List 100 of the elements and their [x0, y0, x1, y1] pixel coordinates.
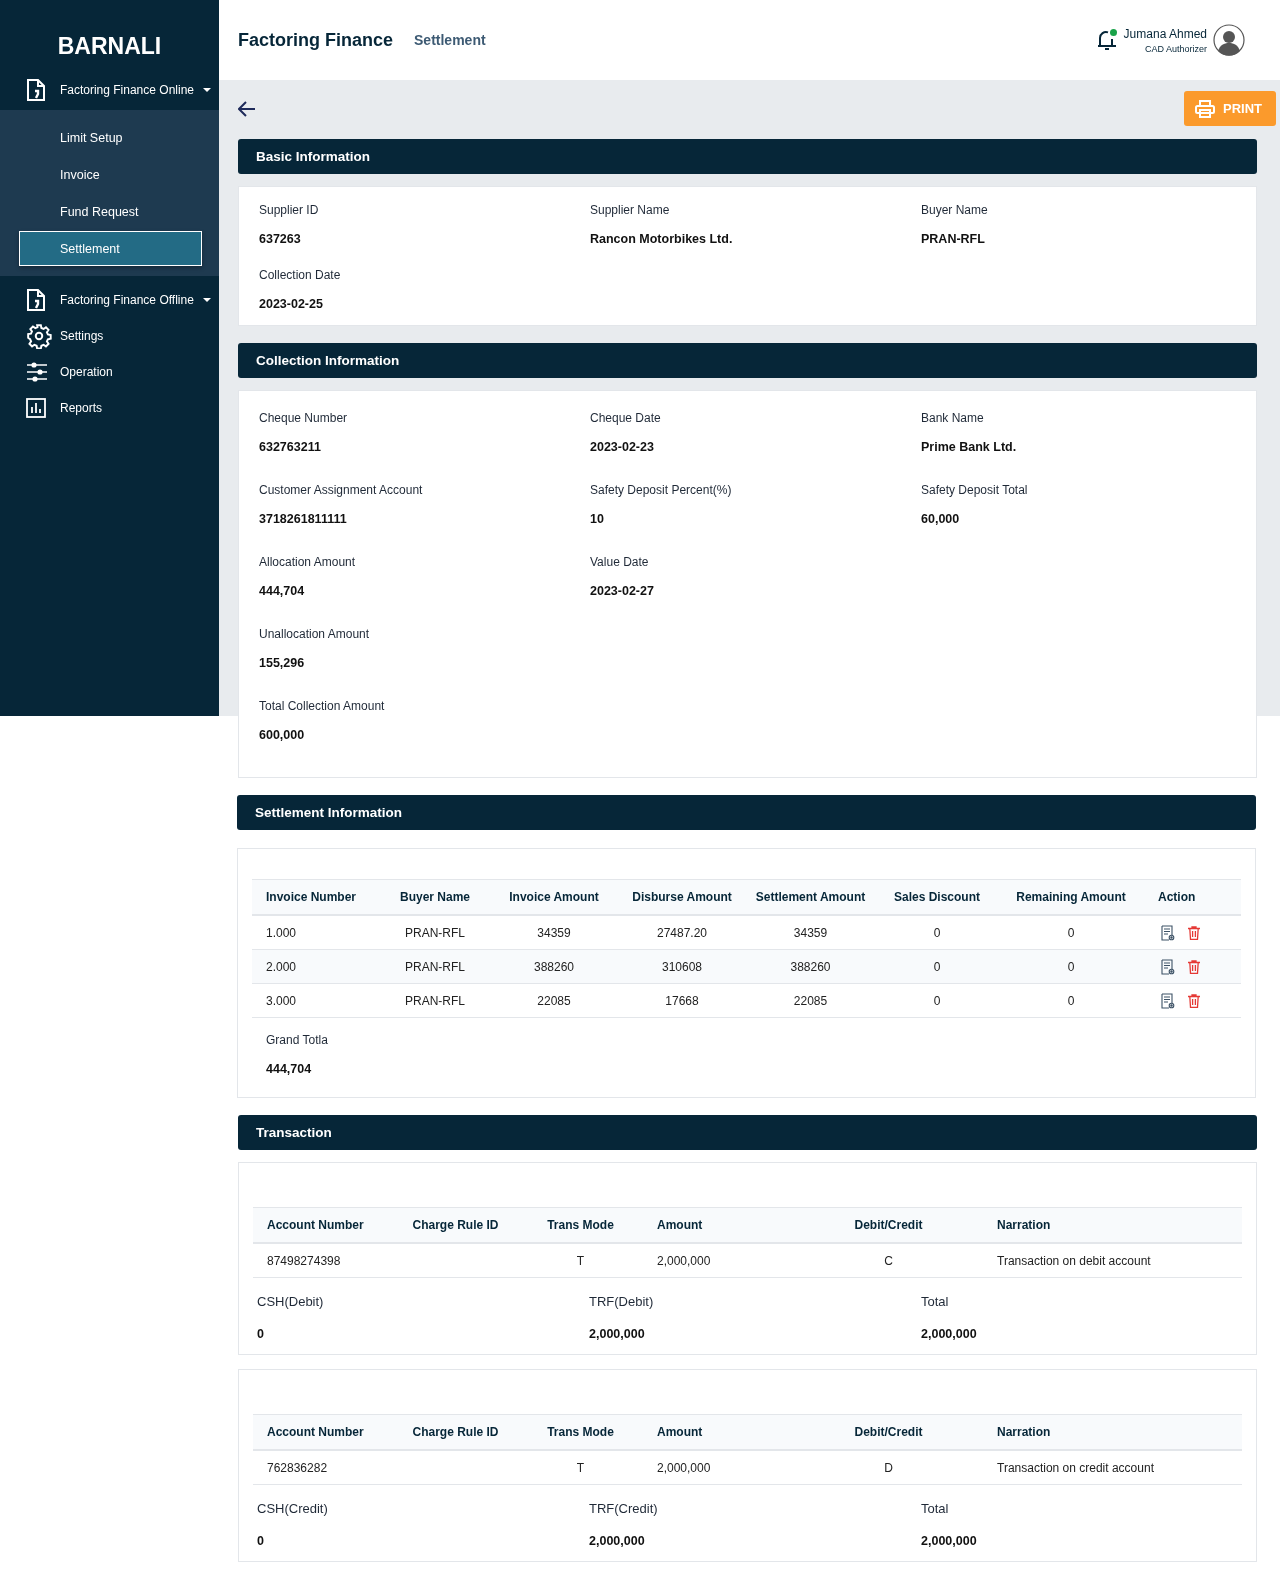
section-header: Settlement Information — [237, 795, 1256, 830]
table-cell: 762836282 — [253, 1450, 393, 1485]
field-label: Value Date — [590, 554, 650, 570]
column-header: Account Number — [253, 1207, 393, 1243]
submenu-item[interactable]: Fund Request — [19, 194, 202, 229]
submenu-item[interactable]: Settlement — [19, 231, 202, 266]
table-cell: T — [518, 1450, 643, 1485]
total-value: 0 — [257, 1533, 265, 1549]
view-document-icon[interactable] — [1161, 992, 1175, 1009]
field-label: Total Collection Amount — [259, 698, 386, 714]
total-label: TRF(Credit) — [589, 1501, 659, 1517]
view-document-icon[interactable] — [1161, 958, 1175, 975]
sidebar-item[interactable]: Factoring Finance Online — [0, 72, 219, 108]
table-cell: Transaction on credit account — [983, 1450, 1242, 1485]
table-cell: 1.000 — [252, 915, 381, 950]
total-label: Total — [921, 1501, 950, 1517]
table-cell: 310608 — [619, 949, 745, 984]
column-header: Amount — [643, 1414, 794, 1450]
bar-chart-icon — [26, 398, 46, 418]
table-cell: D — [794, 1450, 983, 1485]
field-label: Bank Name — [921, 410, 985, 426]
bell-icon[interactable] — [1095, 28, 1118, 52]
column-header: Remaining Amount — [998, 879, 1144, 915]
document-icon — [26, 78, 46, 102]
page-title: Factoring Finance — [238, 29, 394, 51]
column-header: Charge Rule ID — [393, 1207, 518, 1243]
table-cell: PRAN-RFL — [381, 983, 489, 1018]
table-cell: 0 — [876, 983, 998, 1018]
field-value: 155,296 — [259, 655, 306, 671]
column-header: Buyer Name — [381, 879, 489, 915]
sidebar-item[interactable]: Factoring Finance Offline — [0, 282, 219, 318]
column-header: Debit/Credit — [794, 1207, 983, 1243]
trash-icon[interactable] — [1188, 925, 1200, 940]
field-label: Customer Assignment Account — [259, 482, 424, 498]
avatar-icon[interactable] — [1213, 24, 1245, 56]
column-header: Invoice Amount — [489, 879, 619, 915]
field-value: Rancon Motorbikes Ltd. — [590, 231, 734, 247]
column-header: Narration — [983, 1414, 1242, 1450]
column-header: Amount — [643, 1207, 794, 1243]
page-subtitle: Settlement — [414, 32, 486, 48]
column-header: Charge Rule ID — [393, 1414, 518, 1450]
table-cell: 87498274398 — [253, 1243, 393, 1278]
field-value: 637263 — [259, 231, 302, 247]
sidebar-item[interactable]: Settings — [0, 318, 219, 354]
table-cell: 27487.20 — [619, 915, 745, 950]
table-cell: 0 — [998, 949, 1144, 984]
total-label: CSH(Credit) — [257, 1501, 329, 1517]
table-cell: T — [518, 1243, 643, 1278]
table-cell: 0 — [876, 949, 998, 984]
field-label: Safety Deposit Percent(%) — [590, 482, 733, 498]
view-document-icon[interactable] — [1161, 924, 1175, 941]
column-header: Debit/Credit — [794, 1414, 983, 1450]
column-header: Trans Mode — [518, 1207, 643, 1243]
field-value: 444,704 — [259, 583, 306, 599]
column-header: Sales Discount — [876, 879, 998, 915]
total-value: 2,000,000 — [589, 1533, 646, 1549]
column-header: Trans Mode — [518, 1414, 643, 1450]
table-cell: 2.000 — [252, 949, 381, 984]
field-value: PRAN-RFL — [921, 231, 986, 247]
table-cell: 22085 — [489, 983, 619, 1018]
trash-icon[interactable] — [1188, 993, 1200, 1008]
table-cell: 22085 — [745, 983, 876, 1018]
field-value: 10 — [590, 511, 605, 527]
table-cell: 388260 — [489, 949, 619, 984]
trash-icon[interactable] — [1188, 959, 1200, 974]
table-cell: 3.000 — [252, 983, 381, 1018]
field-value: 3718261811111 — [259, 511, 348, 527]
field-label: Collection Date — [259, 267, 342, 283]
table-cell: Transaction on debit account — [983, 1243, 1242, 1278]
table-cell: PRAN-RFL — [381, 949, 489, 984]
table-cell: 17668 — [619, 983, 745, 1018]
field-label: Unallocation Amount — [259, 626, 371, 642]
field-label: Allocation Amount — [259, 554, 357, 570]
total-value: 444,704 — [266, 1061, 313, 1077]
user-name: Jumana Ahmed — [1123, 26, 1207, 41]
field-value: 2023-02-23 — [590, 439, 655, 455]
table-cell: C — [794, 1243, 983, 1278]
section-header: Transaction — [238, 1115, 1257, 1150]
section-header: Basic Information — [238, 139, 1257, 174]
table-cell: 0 — [876, 915, 998, 950]
table-cell: 388260 — [745, 949, 876, 984]
settings-icon — [26, 323, 52, 349]
sidebar-item[interactable]: Reports — [0, 390, 219, 426]
printer-icon — [1195, 99, 1215, 118]
table-cell: 34359 — [745, 915, 876, 950]
field-value: 632763211 — [259, 439, 322, 455]
table-cell: 0 — [998, 915, 1144, 950]
submenu-item[interactable]: Invoice — [19, 157, 202, 192]
total-label: CSH(Debit) — [257, 1294, 325, 1310]
total-value: 2,000,000 — [589, 1326, 646, 1342]
field-label: Cheque Number — [259, 410, 349, 426]
field-value: 600,000 — [259, 727, 306, 743]
column-header: Action — [1144, 879, 1241, 915]
submenu-item[interactable]: Limit Setup — [19, 120, 202, 155]
field-label: Safety Deposit Total — [921, 482, 1029, 498]
field-value: 60,000 — [921, 511, 961, 527]
sidebar-item[interactable]: Operation — [0, 354, 219, 390]
back-arrow-icon[interactable] — [238, 100, 256, 117]
column-header: Disburse Amount — [619, 879, 745, 915]
table-cell: 34359 — [489, 915, 619, 950]
